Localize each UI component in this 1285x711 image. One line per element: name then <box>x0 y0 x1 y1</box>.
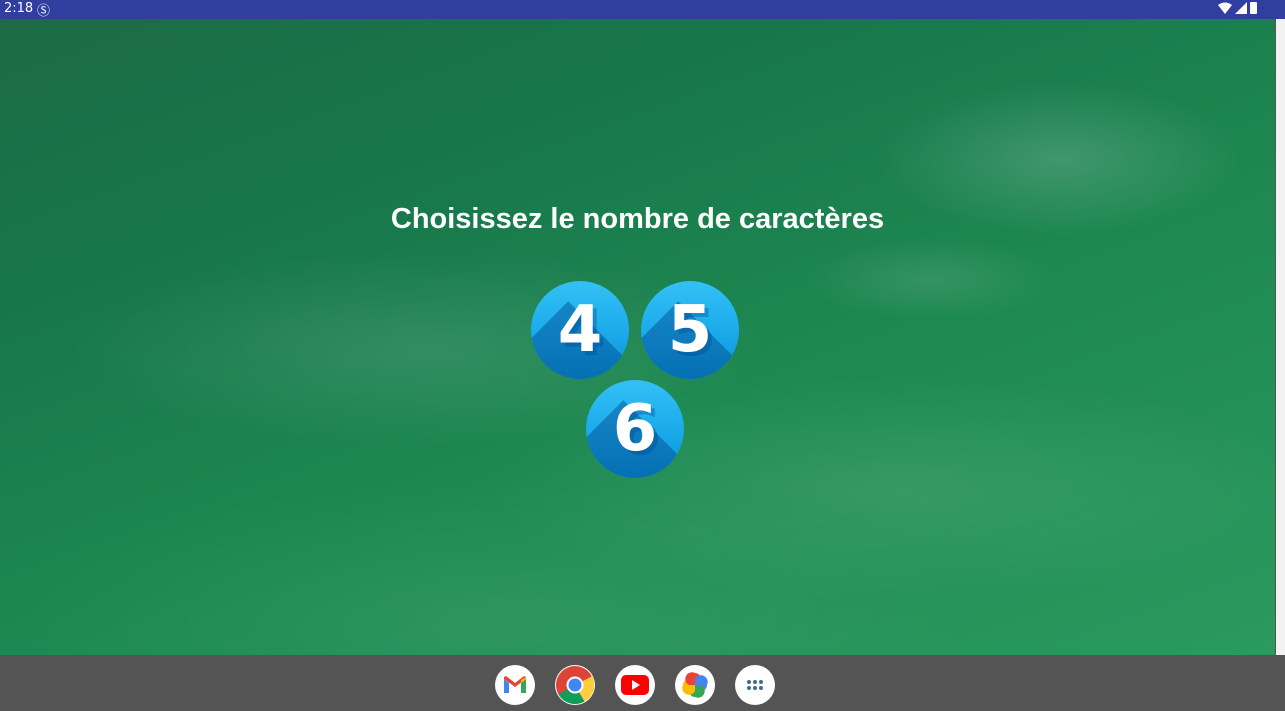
battery-icon <box>1250 2 1257 14</box>
choice-5-label: 5 <box>667 293 713 367</box>
status-bar: 2:18 Ⓢ <box>0 0 1285 19</box>
youtube-icon[interactable] <box>615 665 655 705</box>
chalkboard-background: Choisissez le nombre de caractères <box>0 19 1275 655</box>
app-drawer-dots <box>747 680 763 690</box>
chrome-icon[interactable] <box>555 665 595 705</box>
app-drawer-icon[interactable] <box>735 665 775 705</box>
gmail-icon[interactable] <box>495 665 535 705</box>
photos-icon[interactable] <box>675 665 715 705</box>
chrome-logo <box>556 666 594 704</box>
status-time: 2:18 <box>4 1 34 16</box>
status-icons <box>1218 2 1257 14</box>
taskbar <box>0 655 1285 711</box>
signal-icon <box>1235 2 1247 14</box>
choice-5-button[interactable]: 5 <box>641 281 739 379</box>
window-edge <box>1275 19 1285 655</box>
choice-4-button[interactable]: 4 <box>531 281 629 379</box>
gmail-logo <box>504 676 526 693</box>
page-title: Choisissez le nombre de caractères <box>390 203 885 235</box>
wifi-icon <box>1218 2 1232 14</box>
youtube-logo <box>621 675 649 695</box>
choice-6-button[interactable]: 6 <box>586 380 684 478</box>
choice-6-label: 6 <box>612 392 658 466</box>
photos-logo <box>682 672 708 698</box>
choice-4-label: 4 <box>557 293 603 367</box>
notification-app-icon: Ⓢ <box>37 4 51 19</box>
